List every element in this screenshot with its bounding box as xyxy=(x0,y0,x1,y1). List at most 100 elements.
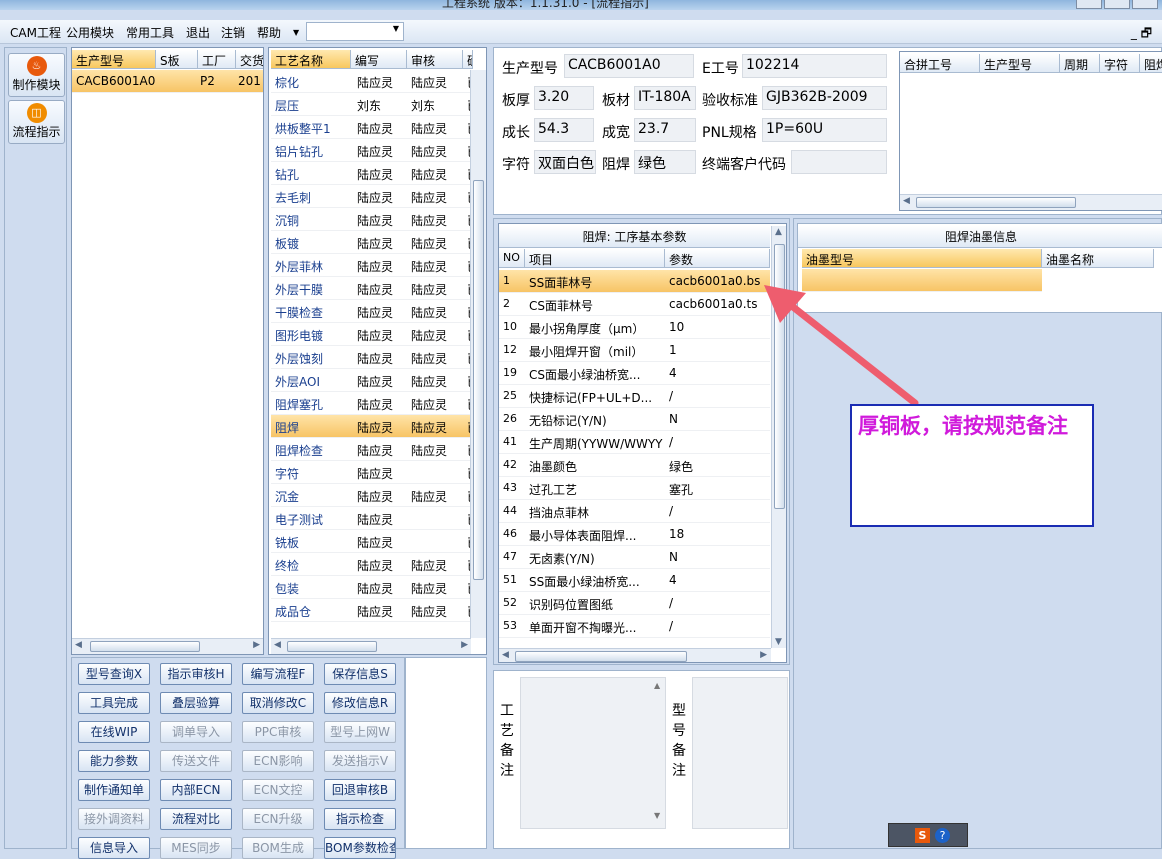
action-button[interactable]: 指示审核H xyxy=(160,663,232,685)
process-row[interactable]: 层压刘东刘东已 xyxy=(271,93,479,116)
action-button[interactable]: 回退审核B xyxy=(324,779,396,801)
scroll-right-icon[interactable]: ▶ xyxy=(253,640,260,650)
material-field[interactable]: IT-180A xyxy=(634,86,696,110)
param-row[interactable]: 44 挡油点菲林 / xyxy=(499,500,770,523)
maximize-button[interactable] xyxy=(1104,0,1130,9)
menu-exit[interactable]: 退出 xyxy=(186,24,210,41)
param-row[interactable]: 41 生产周期(YYWW/WWYY) / xyxy=(499,431,770,454)
action-button[interactable]: 发送指示V xyxy=(324,750,396,772)
col-header[interactable]: 阻焊 xyxy=(1140,54,1162,73)
process-row[interactable]: 去毛刺陆应灵陆应灵已 xyxy=(271,185,479,208)
scroll-thumb[interactable] xyxy=(90,641,200,652)
process-row[interactable]: 图形电镀陆应灵陆应灵已 xyxy=(271,323,479,346)
action-button[interactable]: 修改信息R xyxy=(324,692,396,714)
action-button[interactable]: 编写流程F xyxy=(242,663,314,685)
action-button[interactable]: 型号查询X xyxy=(78,663,150,685)
minimize-button[interactable] xyxy=(1076,0,1102,9)
param-row[interactable]: 52 识别码位置图纸 / xyxy=(499,592,770,615)
col-header[interactable]: 确 xyxy=(463,50,473,69)
process-row[interactable]: 棕化陆应灵陆应灵已 xyxy=(271,70,479,93)
scroll-thumb[interactable] xyxy=(287,641,377,652)
col-header[interactable]: 合拼工号 xyxy=(900,54,980,73)
process-row[interactable]: 阻焊陆应灵陆应灵已 xyxy=(271,415,479,438)
scroll-down-icon[interactable]: ▼ xyxy=(654,811,660,820)
process-row[interactable]: 外层干膜陆应灵陆应灵已 xyxy=(271,277,479,300)
scroll-thumb[interactable] xyxy=(515,651,687,662)
action-button[interactable]: ECN升级 xyxy=(242,808,314,830)
process-row[interactable]: 沉铜陆应灵陆应灵已 xyxy=(271,208,479,231)
col-header[interactable]: 油墨型号 xyxy=(802,249,1042,268)
param-row[interactable]: 26 无铅标记(Y/N) N xyxy=(499,408,770,431)
process-row[interactable]: 烘板整平1陆应灵陆应灵已 xyxy=(271,116,479,139)
char-field[interactable]: 双面白色 xyxy=(534,150,596,174)
param-row[interactable]: 53 单面开窗不掏曝光... / xyxy=(499,615,770,638)
action-button[interactable]: 信息导入 xyxy=(78,837,150,859)
vertical-scrollbar[interactable] xyxy=(470,70,486,638)
scroll-right-icon[interactable]: ▶ xyxy=(461,640,468,650)
param-row[interactable]: 25 快捷标记(FP+UL+D... / xyxy=(499,385,770,408)
menu-tools[interactable]: 常用工具 xyxy=(126,24,174,41)
process-row[interactable]: 电子测试陆应灵已 xyxy=(271,507,479,530)
process-row[interactable]: 外层AOI陆应灵陆应灵已 xyxy=(271,369,479,392)
action-button[interactable]: 接外调资料 xyxy=(78,808,150,830)
pnl-field[interactable]: 1P=60U xyxy=(762,118,887,142)
col-header[interactable]: 工厂 xyxy=(198,50,236,69)
sogou-icon[interactable]: S xyxy=(915,828,930,843)
action-button[interactable]: 能力参数 xyxy=(78,750,150,772)
width-field[interactable]: 23.7 xyxy=(634,118,696,142)
param-row[interactable]: 51 SS面最小绿油桥宽... 4 xyxy=(499,569,770,592)
model-remark-textarea[interactable] xyxy=(692,677,788,829)
col-header[interactable]: 字符 xyxy=(1100,54,1140,73)
scroll-right-icon[interactable]: ▶ xyxy=(760,650,767,660)
col-header[interactable]: 工艺名称 xyxy=(271,50,351,69)
col-header[interactable]: 编写 xyxy=(351,50,407,69)
col-header[interactable]: 油墨名称 xyxy=(1042,249,1154,268)
menu-common[interactable]: 公用模块 xyxy=(66,24,114,41)
col-header[interactable]: 生产型号 xyxy=(72,50,156,69)
horizontal-scrollbar[interactable]: ◀ xyxy=(900,194,1162,210)
dropdown-arrow-icon[interactable]: ▼ xyxy=(293,28,299,37)
process-row[interactable]: 阻焊塞孔陆应灵陆应灵已 xyxy=(271,392,479,415)
scroll-up-icon[interactable]: ▲ xyxy=(775,227,782,237)
col-header[interactable]: 交货 xyxy=(236,50,263,69)
menu-cam[interactable]: CAM工程 xyxy=(10,24,61,41)
col-header[interactable]: S板 xyxy=(156,50,198,69)
horizontal-scrollbar[interactable]: ◀ ▶ xyxy=(499,648,771,662)
action-button[interactable]: 型号上网W xyxy=(324,721,396,743)
menu-logout[interactable]: 注销 xyxy=(221,24,245,41)
col-header[interactable]: NO xyxy=(499,249,525,268)
action-button[interactable]: 工具完成 xyxy=(78,692,150,714)
action-button[interactable]: 制作通知单 xyxy=(78,779,150,801)
customer-field[interactable] xyxy=(791,150,887,174)
menu-help[interactable]: 帮助 xyxy=(257,24,281,41)
param-row[interactable]: 43 过孔工艺 塞孔 xyxy=(499,477,770,500)
action-button[interactable]: PPC审核 xyxy=(242,721,314,743)
param-row[interactable]: 19 CS面最小绿油桥宽... 4 xyxy=(499,362,770,385)
param-row[interactable]: 47 无卤素(Y/N) N xyxy=(499,546,770,569)
table-row[interactable]: CACB6001A0 P2 201 xyxy=(72,70,263,93)
process-row[interactable]: 外层菲林陆应灵陆应灵已 xyxy=(271,254,479,277)
action-button[interactable]: 调单导入 xyxy=(160,721,232,743)
action-button[interactable]: 流程对比 xyxy=(160,808,232,830)
action-button[interactable]: 在线WIP xyxy=(78,721,150,743)
param-row[interactable]: 10 最小拐角厚度（μm） 10 xyxy=(499,316,770,339)
process-row[interactable]: 干膜检查陆应灵陆应灵已 xyxy=(271,300,479,323)
standard-field[interactable]: GJB362B-2009 xyxy=(762,86,887,110)
mask-field[interactable]: 绿色 xyxy=(634,150,696,174)
param-row[interactable]: 12 最小阻焊开窗（mil） 1 xyxy=(499,339,770,362)
action-button[interactable]: 指示检查 xyxy=(324,808,396,830)
scroll-thumb[interactable] xyxy=(916,197,1076,208)
action-button[interactable]: BOM生成 xyxy=(242,837,314,859)
horizontal-scrollbar[interactable]: ◀ ▶ xyxy=(271,638,471,654)
param-row[interactable]: 42 油墨颜色 绿色 xyxy=(499,454,770,477)
length-field[interactable]: 54.3 xyxy=(534,118,594,142)
scroll-left-icon[interactable]: ◀ xyxy=(502,650,509,660)
model-field[interactable]: CACB6001A0 xyxy=(564,54,694,78)
action-button[interactable]: ECN影响 xyxy=(242,750,314,772)
process-row[interactable]: 阻焊检查陆应灵陆应灵已 xyxy=(271,438,479,461)
action-button[interactable]: 保存信息S xyxy=(324,663,396,685)
process-row[interactable]: 终检陆应灵陆应灵已 xyxy=(271,553,479,576)
param-row[interactable]: 46 最小导体表面阻焊... 18 xyxy=(499,523,770,546)
help-icon[interactable]: ? xyxy=(935,828,950,843)
scroll-left-icon[interactable]: ◀ xyxy=(903,196,910,206)
